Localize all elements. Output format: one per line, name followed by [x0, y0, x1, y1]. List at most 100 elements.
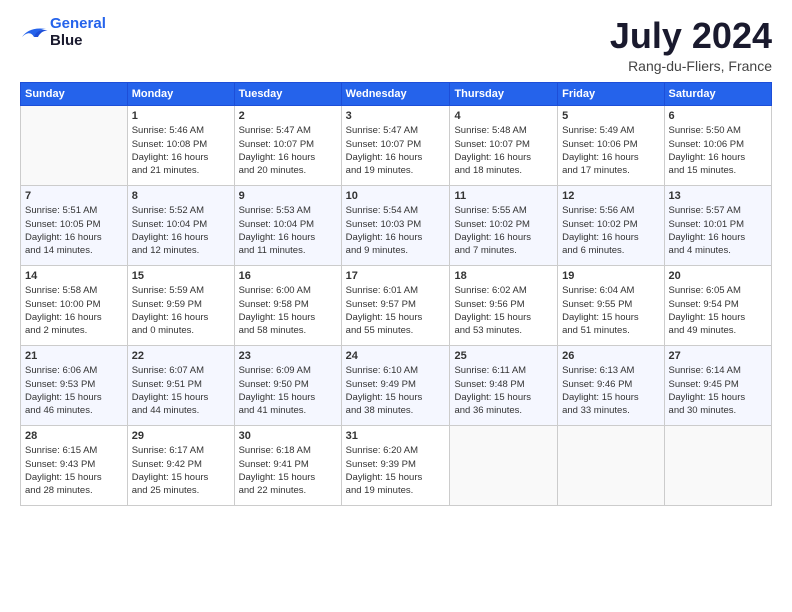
col-sunday: Sunday [21, 82, 128, 105]
table-row: 14Sunrise: 5:58 AM Sunset: 10:00 PM Dayl… [21, 265, 128, 345]
day-info: Sunrise: 6:18 AM Sunset: 9:41 PM Dayligh… [239, 444, 337, 497]
table-row: 21Sunrise: 6:06 AM Sunset: 9:53 PM Dayli… [21, 345, 128, 425]
day-info: Sunrise: 5:50 AM Sunset: 10:06 PM Daylig… [669, 124, 767, 177]
day-number: 18 [454, 269, 553, 284]
location: Rang-du-Fliers, France [610, 58, 772, 74]
col-monday: Monday [127, 82, 234, 105]
day-number: 6 [669, 109, 767, 124]
day-info: Sunrise: 6:20 AM Sunset: 9:39 PM Dayligh… [346, 444, 446, 497]
table-row: 22Sunrise: 6:07 AM Sunset: 9:51 PM Dayli… [127, 345, 234, 425]
day-number: 15 [132, 269, 230, 284]
day-info: Sunrise: 5:51 AM Sunset: 10:05 PM Daylig… [25, 204, 123, 257]
day-number: 12 [562, 189, 659, 204]
table-row: 28Sunrise: 6:15 AM Sunset: 9:43 PM Dayli… [21, 425, 128, 505]
table-row [664, 425, 771, 505]
table-row: 27Sunrise: 6:14 AM Sunset: 9:45 PM Dayli… [664, 345, 771, 425]
col-friday: Friday [558, 82, 664, 105]
col-tuesday: Tuesday [234, 82, 341, 105]
logo-general: General [50, 15, 106, 32]
day-info: Sunrise: 6:13 AM Sunset: 9:46 PM Dayligh… [562, 364, 659, 417]
table-row [450, 425, 558, 505]
table-row: 6Sunrise: 5:50 AM Sunset: 10:06 PM Dayli… [664, 105, 771, 185]
table-row: 7Sunrise: 5:51 AM Sunset: 10:05 PM Dayli… [21, 185, 128, 265]
day-number: 29 [132, 429, 230, 444]
day-info: Sunrise: 6:10 AM Sunset: 9:49 PM Dayligh… [346, 364, 446, 417]
table-row: 18Sunrise: 6:02 AM Sunset: 9:56 PM Dayli… [450, 265, 558, 345]
day-number: 25 [454, 349, 553, 364]
day-number: 23 [239, 349, 337, 364]
table-row: 5Sunrise: 5:49 AM Sunset: 10:06 PM Dayli… [558, 105, 664, 185]
table-row: 20Sunrise: 6:05 AM Sunset: 9:54 PM Dayli… [664, 265, 771, 345]
day-info: Sunrise: 5:57 AM Sunset: 10:01 PM Daylig… [669, 204, 767, 257]
table-row: 19Sunrise: 6:04 AM Sunset: 9:55 PM Dayli… [558, 265, 664, 345]
week-row-4: 21Sunrise: 6:06 AM Sunset: 9:53 PM Dayli… [21, 345, 772, 425]
day-number: 24 [346, 349, 446, 364]
day-info: Sunrise: 5:58 AM Sunset: 10:00 PM Daylig… [25, 284, 123, 337]
table-row: 30Sunrise: 6:18 AM Sunset: 9:41 PM Dayli… [234, 425, 341, 505]
day-number: 9 [239, 189, 337, 204]
day-info: Sunrise: 6:02 AM Sunset: 9:56 PM Dayligh… [454, 284, 553, 337]
calendar-page: General Blue July 2024 Rang-du-Fliers, F… [0, 0, 792, 612]
day-info: Sunrise: 6:09 AM Sunset: 9:50 PM Dayligh… [239, 364, 337, 417]
day-number: 22 [132, 349, 230, 364]
day-number: 8 [132, 189, 230, 204]
table-row: 1Sunrise: 5:46 AM Sunset: 10:08 PM Dayli… [127, 105, 234, 185]
day-number: 1 [132, 109, 230, 124]
col-wednesday: Wednesday [341, 82, 450, 105]
day-number: 27 [669, 349, 767, 364]
day-info: Sunrise: 5:55 AM Sunset: 10:02 PM Daylig… [454, 204, 553, 257]
day-info: Sunrise: 6:17 AM Sunset: 9:42 PM Dayligh… [132, 444, 230, 497]
table-row: 3Sunrise: 5:47 AM Sunset: 10:07 PM Dayli… [341, 105, 450, 185]
logo-blue: Blue [50, 33, 106, 50]
week-row-2: 7Sunrise: 5:51 AM Sunset: 10:05 PM Dayli… [21, 185, 772, 265]
table-row: 11Sunrise: 5:55 AM Sunset: 10:02 PM Dayl… [450, 185, 558, 265]
logo: General Blue [20, 16, 106, 49]
table-row: 23Sunrise: 6:09 AM Sunset: 9:50 PM Dayli… [234, 345, 341, 425]
table-row: 24Sunrise: 6:10 AM Sunset: 9:49 PM Dayli… [341, 345, 450, 425]
day-number: 13 [669, 189, 767, 204]
day-info: Sunrise: 5:53 AM Sunset: 10:04 PM Daylig… [239, 204, 337, 257]
col-thursday: Thursday [450, 82, 558, 105]
day-number: 19 [562, 269, 659, 284]
day-info: Sunrise: 6:00 AM Sunset: 9:58 PM Dayligh… [239, 284, 337, 337]
day-number: 14 [25, 269, 123, 284]
logo-icon [20, 23, 48, 43]
day-number: 26 [562, 349, 659, 364]
day-info: Sunrise: 5:47 AM Sunset: 10:07 PM Daylig… [239, 124, 337, 177]
day-info: Sunrise: 6:01 AM Sunset: 9:57 PM Dayligh… [346, 284, 446, 337]
day-number: 30 [239, 429, 337, 444]
day-info: Sunrise: 5:54 AM Sunset: 10:03 PM Daylig… [346, 204, 446, 257]
day-info: Sunrise: 5:46 AM Sunset: 10:08 PM Daylig… [132, 124, 230, 177]
table-row: 31Sunrise: 6:20 AM Sunset: 9:39 PM Dayli… [341, 425, 450, 505]
table-row: 29Sunrise: 6:17 AM Sunset: 9:42 PM Dayli… [127, 425, 234, 505]
month-year: July 2024 [610, 16, 772, 56]
table-row: 4Sunrise: 5:48 AM Sunset: 10:07 PM Dayli… [450, 105, 558, 185]
table-row: 15Sunrise: 5:59 AM Sunset: 9:59 PM Dayli… [127, 265, 234, 345]
table-row: 17Sunrise: 6:01 AM Sunset: 9:57 PM Dayli… [341, 265, 450, 345]
day-info: Sunrise: 5:56 AM Sunset: 10:02 PM Daylig… [562, 204, 659, 257]
table-row [21, 105, 128, 185]
col-saturday: Saturday [664, 82, 771, 105]
week-row-5: 28Sunrise: 6:15 AM Sunset: 9:43 PM Dayli… [21, 425, 772, 505]
day-number: 10 [346, 189, 446, 204]
table-row: 2Sunrise: 5:47 AM Sunset: 10:07 PM Dayli… [234, 105, 341, 185]
day-number: 31 [346, 429, 446, 444]
week-row-1: 1Sunrise: 5:46 AM Sunset: 10:08 PM Dayli… [21, 105, 772, 185]
title-block: July 2024 Rang-du-Fliers, France [610, 16, 772, 74]
table-row: 25Sunrise: 6:11 AM Sunset: 9:48 PM Dayli… [450, 345, 558, 425]
calendar-table: Sunday Monday Tuesday Wednesday Thursday… [20, 82, 772, 506]
day-number: 2 [239, 109, 337, 124]
day-info: Sunrise: 6:05 AM Sunset: 9:54 PM Dayligh… [669, 284, 767, 337]
calendar-header-row: Sunday Monday Tuesday Wednesday Thursday… [21, 82, 772, 105]
day-number: 7 [25, 189, 123, 204]
day-number: 17 [346, 269, 446, 284]
day-info: Sunrise: 6:04 AM Sunset: 9:55 PM Dayligh… [562, 284, 659, 337]
day-info: Sunrise: 5:48 AM Sunset: 10:07 PM Daylig… [454, 124, 553, 177]
table-row: 10Sunrise: 5:54 AM Sunset: 10:03 PM Dayl… [341, 185, 450, 265]
table-row: 26Sunrise: 6:13 AM Sunset: 9:46 PM Dayli… [558, 345, 664, 425]
table-row [558, 425, 664, 505]
day-number: 4 [454, 109, 553, 124]
day-number: 21 [25, 349, 123, 364]
table-row: 16Sunrise: 6:00 AM Sunset: 9:58 PM Dayli… [234, 265, 341, 345]
day-info: Sunrise: 6:14 AM Sunset: 9:45 PM Dayligh… [669, 364, 767, 417]
